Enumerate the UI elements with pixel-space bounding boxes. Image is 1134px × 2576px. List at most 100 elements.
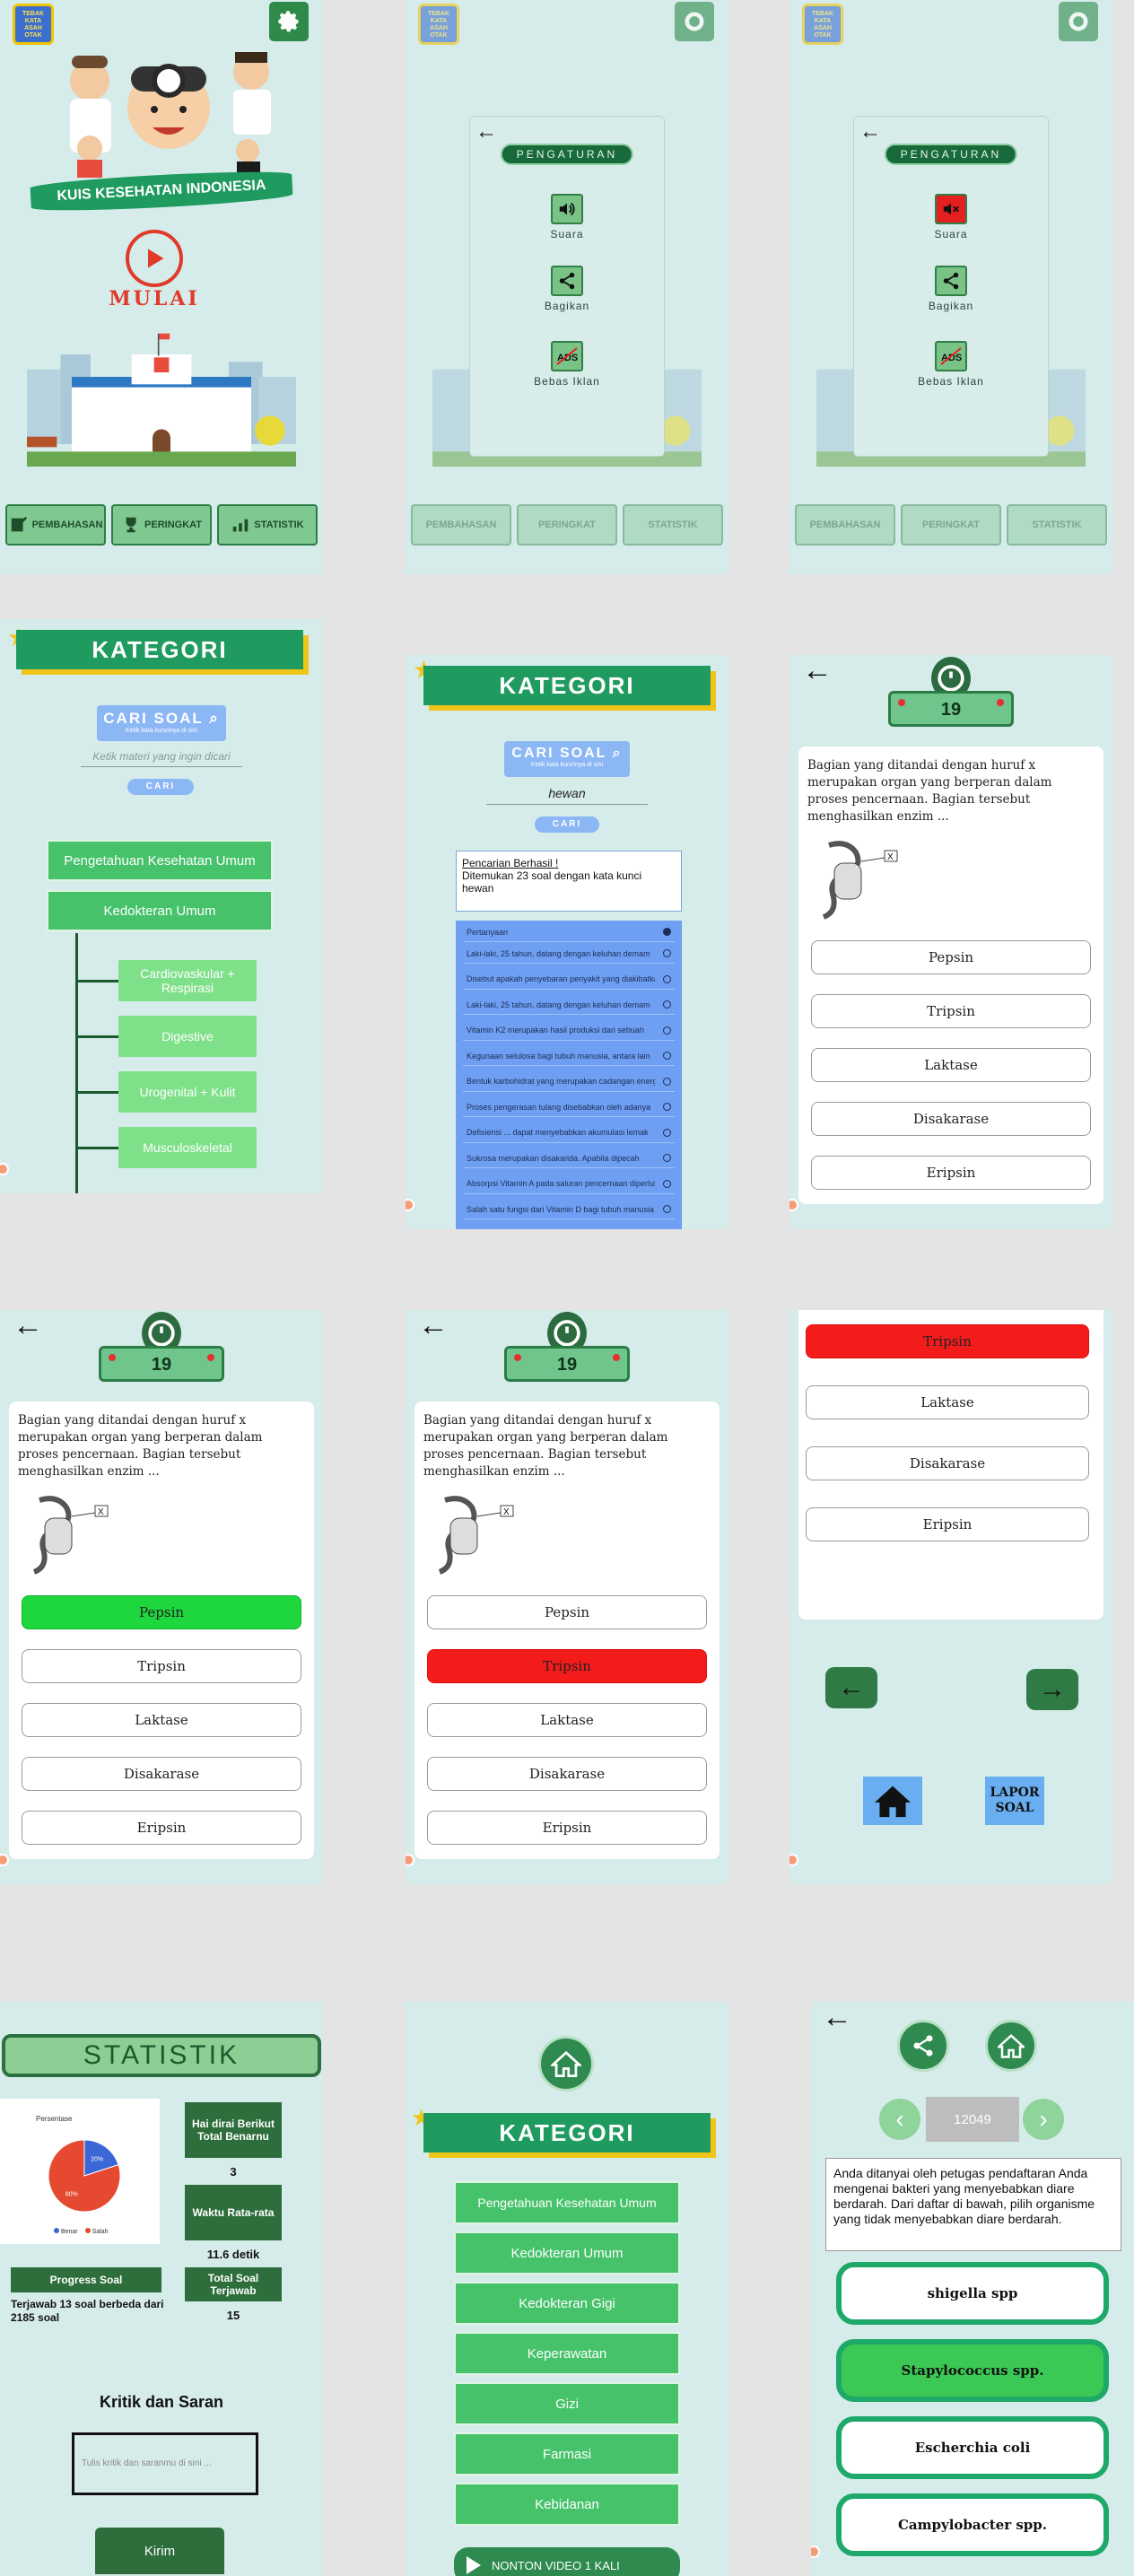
share-button[interactable]: [897, 2020, 949, 2072]
feedback-input[interactable]: Tulis kritik dan saranmu di sini ...: [72, 2432, 258, 2495]
back-arrow-icon[interactable]: ←: [859, 117, 881, 147]
nav-peringkat[interactable]: PERINGKAT: [517, 504, 617, 546]
option-eripsin[interactable]: Eripsin: [806, 1507, 1089, 1541]
result-row[interactable]: Laki-laki, 25 tahun, datang dengan keluh…: [463, 995, 675, 1015]
nav-statistik[interactable]: STATISTIK: [1007, 504, 1107, 546]
category-kedokteran-umum[interactable]: Kedokteran Umum: [47, 890, 273, 931]
floating-dot[interactable]: [789, 1854, 798, 1866]
subcategory-cardio[interactable]: Cardiovaskular + Respirasi: [118, 960, 257, 1001]
remove-ads-button[interactable]: ADS: [551, 341, 583, 371]
subcategory-urogenital[interactable]: Urogenital + Kulit: [118, 1071, 257, 1113]
nav-peringkat[interactable]: PERINGKAT: [111, 504, 212, 546]
radio-icon[interactable]: [663, 1179, 671, 1188]
subcategory-digestive[interactable]: Digestive: [118, 1016, 257, 1057]
option-pepsin[interactable]: Pepsin: [811, 940, 1091, 974]
back-arrow-icon[interactable]: ←: [475, 117, 497, 147]
home-button[interactable]: [863, 1777, 922, 1825]
menu-kedokteran-umum[interactable]: Kedokteran Umum: [454, 2231, 680, 2275]
option-tripsin[interactable]: Tripsin: [22, 1649, 301, 1683]
prev-question-button[interactable]: ‹: [879, 2099, 920, 2140]
cari-button[interactable]: CARI: [535, 816, 599, 833]
radio-icon[interactable]: [663, 928, 671, 936]
nav-pembahasan[interactable]: PEMBAHASAN: [795, 504, 895, 546]
floating-dot[interactable]: [406, 1854, 414, 1866]
settings-button[interactable]: [269, 2, 309, 41]
radio-icon[interactable]: [663, 1077, 671, 1086]
option-pepsin-correct[interactable]: Pepsin: [22, 1595, 301, 1629]
radio-icon[interactable]: [663, 1205, 671, 1213]
floating-dot[interactable]: [0, 1163, 9, 1175]
nav-statistik[interactable]: STATISTIK: [623, 504, 723, 546]
back-arrow-icon[interactable]: ←: [822, 2002, 852, 2032]
radio-icon[interactable]: [663, 1128, 671, 1137]
nav-statistik[interactable]: STATISTIK: [217, 504, 318, 546]
menu-kedokteran-gigi[interactable]: Kedokteran Gigi: [454, 2282, 680, 2325]
option-eripsin[interactable]: Eripsin: [22, 1811, 301, 1845]
result-row[interactable]: Bentuk karbohidrat yang merupakan cadang…: [463, 1072, 675, 1092]
floating-dot[interactable]: [811, 2545, 820, 2558]
category-pengetahuan[interactable]: Pengetahuan Kesehatan Umum: [47, 840, 273, 881]
settings-button[interactable]: [1059, 2, 1098, 41]
play-button[interactable]: [126, 230, 183, 287]
next-button[interactable]: →: [1026, 1669, 1078, 1710]
answer-stapylococcus[interactable]: Stapylococcus spp.: [836, 2339, 1109, 2402]
radio-icon[interactable]: [663, 1000, 671, 1009]
option-disakarase[interactable]: Disakarase: [22, 1757, 301, 1791]
home-button[interactable]: [985, 2020, 1037, 2072]
result-row[interactable]: Defisiensi ... dapat menyebabkan akumula…: [463, 1123, 675, 1143]
option-laktase[interactable]: Laktase: [22, 1703, 301, 1737]
back-arrow-icon[interactable]: ←: [802, 655, 833, 685]
floating-dot[interactable]: [406, 1199, 414, 1211]
back-arrow-icon[interactable]: ←: [418, 1310, 449, 1340]
remove-ads-button[interactable]: ADS: [935, 341, 967, 371]
option-eripsin[interactable]: Eripsin: [427, 1811, 707, 1845]
result-row[interactable]: Sukrosa merupakan disakarida. Apabila di…: [463, 1148, 675, 1168]
sound-button-muted[interactable]: [935, 194, 967, 224]
option-disakarase[interactable]: Disakarase: [427, 1757, 707, 1791]
radio-icon[interactable]: [663, 1103, 671, 1111]
radio-icon[interactable]: [663, 1026, 671, 1035]
option-disakarase[interactable]: Disakarase: [806, 1446, 1089, 1480]
result-row[interactable]: Kegunaan selulosa bagi tubuh manusia, an…: [463, 1046, 675, 1066]
option-laktase[interactable]: Laktase: [811, 1048, 1091, 1082]
radio-icon[interactable]: [663, 1052, 671, 1060]
search-input[interactable]: Ketik materi yang ingin dicari: [81, 750, 242, 767]
report-button[interactable]: LAPOR SOAL: [985, 1777, 1044, 1825]
menu-kebidanan[interactable]: Kebidanan: [454, 2483, 680, 2526]
radio-icon[interactable]: [663, 949, 671, 957]
menu-gizi[interactable]: Gizi: [454, 2382, 680, 2425]
nav-pembahasan[interactable]: PEMBAHASAN: [411, 504, 511, 546]
share-button[interactable]: [935, 266, 967, 296]
floating-dot[interactable]: [789, 1199, 798, 1211]
share-button[interactable]: [551, 266, 583, 296]
option-tripsin-wrong[interactable]: Tripsin: [806, 1324, 1089, 1358]
floating-dot[interactable]: [0, 1854, 9, 1866]
settings-button[interactable]: [675, 2, 714, 41]
back-arrow-icon[interactable]: ←: [13, 1310, 43, 1340]
answer-shigella[interactable]: shigella spp: [836, 2262, 1109, 2325]
result-row[interactable]: Salah satu fungsi dari Vitamin D bagi tu…: [463, 1200, 675, 1219]
send-button[interactable]: Kirim: [95, 2528, 224, 2574]
next-question-button[interactable]: ›: [1023, 2099, 1064, 2140]
option-laktase[interactable]: Laktase: [427, 1703, 707, 1737]
menu-farmasi[interactable]: Farmasi: [454, 2432, 680, 2476]
option-tripsin-wrong[interactable]: Tripsin: [427, 1649, 707, 1683]
watch-video-button[interactable]: NONTON VIDEO 1 KALI: [454, 2547, 680, 2576]
home-button[interactable]: [538, 2036, 594, 2091]
cari-button[interactable]: CARI: [127, 779, 194, 795]
option-disakarase[interactable]: Disakarase: [811, 1102, 1091, 1136]
result-row[interactable]: Vitamin K2 merupakan hasil produksi dari…: [463, 1021, 675, 1041]
radio-icon[interactable]: [663, 974, 671, 983]
answer-escherchia[interactable]: Escherchia coli: [836, 2416, 1109, 2479]
menu-keperawatan[interactable]: Keperawatan: [454, 2332, 680, 2375]
nav-peringkat[interactable]: PERINGKAT: [901, 504, 1001, 546]
option-eripsin[interactable]: Eripsin: [811, 1156, 1091, 1190]
option-tripsin[interactable]: Tripsin: [811, 994, 1091, 1028]
result-row[interactable]: Proses pengerasan tulang disebabkan oleh…: [463, 1097, 675, 1117]
menu-pengetahuan[interactable]: Pengetahuan Kesehatan Umum: [454, 2181, 680, 2224]
result-row[interactable]: Laki-laki, 25 tahun, datang dengan keluh…: [463, 944, 675, 964]
result-row[interactable]: Disebut apakah penyebaran penyakit yang …: [463, 970, 675, 990]
answer-campylobacter[interactable]: Campylobacter spp.: [836, 2493, 1109, 2556]
subcategory-musculoskeletal[interactable]: Musculoskeletal: [118, 1127, 257, 1168]
start-label[interactable]: MULAI: [99, 287, 210, 310]
